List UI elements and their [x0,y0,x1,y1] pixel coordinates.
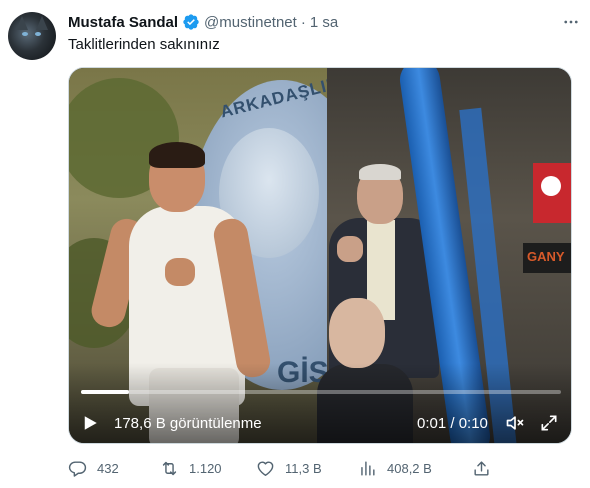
tweet-text: Taklitlerinden sakınınız [68,36,220,53]
views-count: 408,2 B [387,460,432,476]
person-hair [359,164,401,180]
video-progress-fill [81,390,129,394]
person-fist [165,258,195,286]
more-options-icon[interactable] [560,12,582,32]
tweet-timestamp[interactable]: 1 sa [310,14,338,31]
reply-count: 432 [97,460,119,476]
person-hair [149,142,205,168]
avatar-eye-left [22,32,28,36]
like-icon [257,460,274,476]
tweet-actions: 432 1.120 11,3 B 408,2 B [68,457,508,479]
expand-icon[interactable] [539,413,559,433]
tweet-header: Mustafa Sandal @mustinetnet · 1 sa [68,12,338,32]
video-player[interactable]: ARKADAŞLIK GİS GANY [68,67,572,444]
views-icon [361,460,375,476]
author-display-name[interactable]: Mustafa Sandal [68,14,178,31]
shop-sign-logo [541,176,561,196]
avatar-ear-right [36,16,48,30]
play-icon[interactable] [81,414,99,432]
author-handle[interactable]: @mustinetnet [204,14,297,31]
shop-sign-text: GANY [523,243,571,273]
header-separator: · [300,13,306,31]
retweet-icon [162,461,177,475]
bystander-head [329,298,385,368]
views-button[interactable]: 408,2 B [358,457,432,479]
share-icon [474,460,489,476]
share-button[interactable] [472,457,501,479]
video-time: 0:01 / 0:10 [417,415,488,432]
verified-badge-icon [183,14,199,30]
video-progress-bar[interactable] [81,390,561,394]
retweet-count: 1.120 [189,460,222,476]
volume-icon[interactable] [504,413,526,433]
avatar-eye-right [35,32,41,36]
tweet[interactable]: Mustafa Sandal @mustinetnet · 1 sa Takli… [0,0,590,488]
like-count: 11,3 B [285,460,322,476]
retweet-button[interactable]: 1.120 [160,457,222,479]
reply-button[interactable]: 432 [68,457,119,479]
person-fist [337,236,363,262]
video-view-count: 178,6 B görüntülenme [114,415,262,432]
video-controls: 178,6 B görüntülenme 0:01 / 0:10 [69,408,571,438]
like-button[interactable]: 11,3 B [256,457,322,479]
reply-icon [68,460,87,477]
avatar[interactable] [8,12,56,60]
avatar-ear-left [16,16,28,30]
